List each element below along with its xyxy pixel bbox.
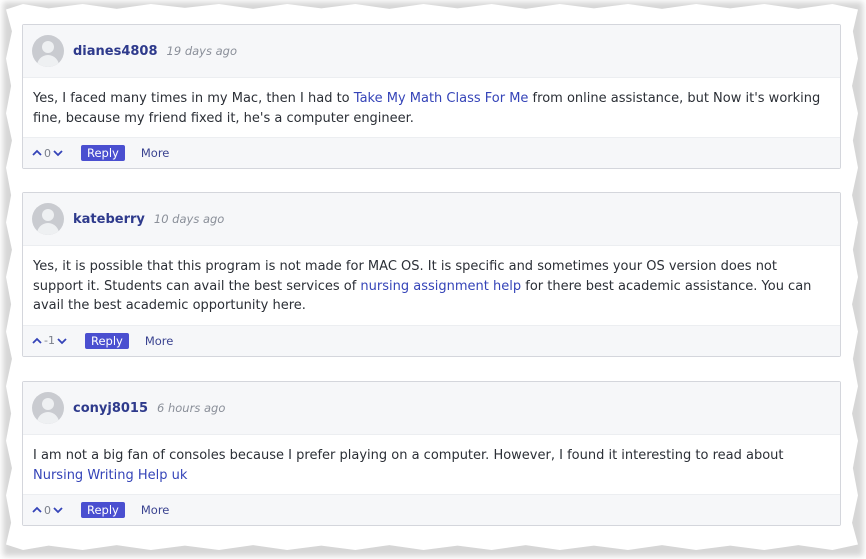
comment-timestamp[interactable]: 10 days ago bbox=[154, 212, 224, 226]
avatar-icon[interactable] bbox=[32, 392, 64, 424]
more-button[interactable]: More bbox=[141, 503, 170, 517]
comment-username[interactable]: kateberry bbox=[73, 212, 145, 227]
avatar-icon[interactable] bbox=[32, 203, 64, 235]
downvote-chevron-down-icon[interactable] bbox=[56, 335, 68, 347]
comment-username[interactable]: conyj8015 bbox=[73, 401, 148, 416]
comment-username[interactable]: dianes4808 bbox=[73, 44, 158, 59]
comment-timestamp[interactable]: 6 hours ago bbox=[157, 401, 225, 415]
comment-card: conyj8015 6 hours ago I am not a big fan… bbox=[22, 381, 841, 526]
comment-header: conyj8015 6 hours ago bbox=[23, 382, 840, 435]
reply-button[interactable]: Reply bbox=[84, 332, 129, 349]
comment-body: Yes, I faced many times in my Mac, then … bbox=[23, 78, 840, 137]
vote-score: 0 bbox=[44, 146, 51, 160]
upvote-chevron-up-icon[interactable] bbox=[31, 335, 43, 347]
comment-footer: 0 Reply More bbox=[23, 137, 840, 168]
more-button[interactable]: More bbox=[141, 146, 170, 160]
comment-link[interactable]: nursing assignment help bbox=[360, 279, 521, 294]
comment-header: dianes4808 19 days ago bbox=[23, 25, 840, 78]
reply-button[interactable]: Reply bbox=[81, 145, 125, 161]
upvote-chevron-up-icon[interactable] bbox=[31, 147, 43, 159]
comment-link[interactable]: Take My Math Class For Me bbox=[354, 91, 529, 106]
comment-timestamp[interactable]: 19 days ago bbox=[167, 44, 237, 58]
upvote-chevron-up-icon[interactable] bbox=[31, 504, 43, 516]
comment-header: kateberry 10 days ago bbox=[23, 193, 840, 246]
more-button[interactable]: More bbox=[145, 334, 174, 348]
comment-card: kateberry 10 days ago Yes, it is possibl… bbox=[22, 192, 841, 357]
comment-link[interactable]: Nursing Writing Help uk bbox=[33, 468, 187, 483]
comment-footer: -1 Reply More bbox=[23, 324, 840, 356]
comment-footer: 0 Reply More bbox=[23, 494, 840, 525]
comment-body: I am not a big fan of consoles because I… bbox=[23, 435, 840, 494]
avatar-icon[interactable] bbox=[32, 35, 64, 67]
reply-button[interactable]: Reply bbox=[81, 502, 125, 518]
comment-body: Yes, it is possible that this program is… bbox=[23, 246, 840, 325]
comment-text-before: Yes, I faced many times in my Mac, then … bbox=[33, 91, 354, 106]
downvote-chevron-down-icon[interactable] bbox=[52, 147, 64, 159]
vote-score: 0 bbox=[44, 503, 51, 517]
comment-card: dianes4808 19 days ago Yes, I faced many… bbox=[22, 24, 841, 169]
downvote-chevron-down-icon[interactable] bbox=[52, 504, 64, 516]
vote-score: -1 bbox=[44, 334, 55, 347]
comment-text-before: I am not a big fan of consoles because I… bbox=[33, 448, 784, 463]
